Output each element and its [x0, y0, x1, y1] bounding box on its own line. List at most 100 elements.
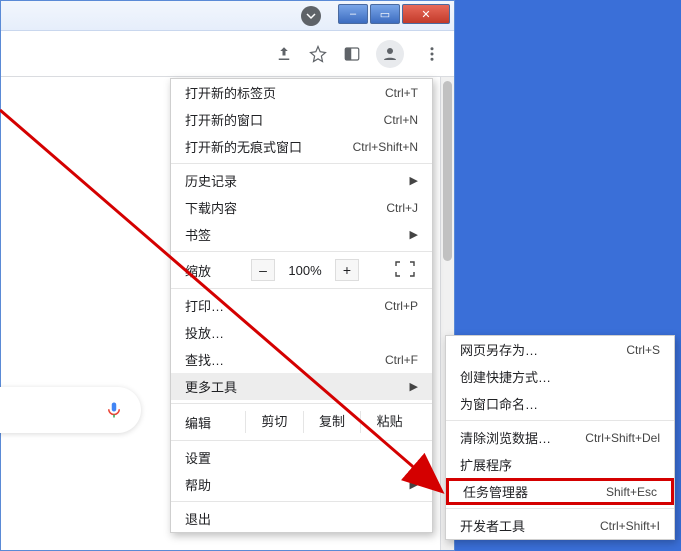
menu-new-window[interactable]: 打开新的窗口 Ctrl+N [171, 106, 432, 133]
menu-separator [171, 163, 432, 164]
menu-help[interactable]: 帮助 ▶ [171, 471, 432, 498]
submenu-clear-browsing-data[interactable]: 清除浏览数据… Ctrl+Shift+Del [446, 424, 674, 451]
menu-label: 网页另存为… [460, 340, 538, 359]
bookmark-star-button[interactable] [308, 44, 328, 64]
menu-edit-row: 编辑 剪切 复制 粘贴 [171, 407, 432, 437]
menu-label: 更多工具 [185, 377, 237, 396]
menu-separator [446, 420, 674, 421]
submenu-name-window[interactable]: 为窗口命名… [446, 390, 674, 417]
more-tools-submenu: 网页另存为… Ctrl+S 创建快捷方式… 为窗口命名… 清除浏览数据… Ctrl+… [445, 335, 675, 540]
menu-label: 任务管理器 [463, 482, 528, 501]
menu-shortcut: Shift+Esc [606, 485, 657, 499]
menu-shortcut: Ctrl+N [384, 113, 418, 127]
menu-zoom-row: 缩放 – 100% + [171, 255, 432, 285]
menu-incognito[interactable]: 打开新的无痕式窗口 Ctrl+Shift+N [171, 133, 432, 160]
menu-more-tools[interactable]: 更多工具 ▶ [171, 373, 432, 400]
menu-label: 打开新的无痕式窗口 [185, 137, 302, 156]
menu-shortcut: Ctrl+Shift+N [353, 140, 418, 154]
menu-downloads[interactable]: 下载内容 Ctrl+J [171, 194, 432, 221]
menu-label: 书签 [185, 225, 211, 244]
menu-label: 为窗口命名… [460, 394, 538, 413]
more-vertical-icon [423, 45, 441, 63]
customize-menu-button[interactable] [418, 40, 446, 68]
submenu-extensions[interactable]: 扩展程序 [446, 451, 674, 478]
submenu-arrow-icon: ▶ [410, 478, 418, 491]
cut-button[interactable]: 剪切 [245, 411, 303, 433]
menu-cast[interactable]: 投放… [171, 319, 432, 346]
browser-toolbar [1, 31, 454, 77]
menu-separator [171, 501, 432, 502]
zoom-label: 缩放 [185, 261, 245, 280]
chevron-down-icon [306, 11, 316, 21]
menu-shortcut: Ctrl+F [385, 353, 418, 367]
menu-label: 创建快捷方式… [460, 367, 551, 386]
minimize-button[interactable]: – [338, 4, 368, 24]
menu-find[interactable]: 查找… Ctrl+F [171, 346, 432, 373]
side-panel-button[interactable] [342, 44, 362, 64]
maximize-button[interactable]: ▭ [370, 4, 400, 24]
minimize-icon: – [350, 8, 356, 20]
menu-label: 打印… [185, 296, 224, 315]
share-icon [275, 45, 293, 63]
menu-label: 下载内容 [185, 198, 237, 217]
menu-label: 打开新的窗口 [185, 110, 263, 129]
window-controls: – ▭ ✕ [338, 4, 450, 24]
paste-button[interactable]: 粘贴 [360, 411, 418, 433]
menu-label: 退出 [185, 509, 211, 528]
close-icon: ✕ [421, 8, 430, 21]
search-bar-fragment[interactable] [0, 387, 141, 433]
submenu-task-manager[interactable]: 任务管理器 Shift+Esc [446, 478, 674, 505]
menu-shortcut: Ctrl+Shift+Del [585, 431, 660, 445]
submenu-arrow-icon: ▶ [410, 228, 418, 241]
menu-separator [171, 251, 432, 252]
menu-separator [446, 508, 674, 509]
menu-label: 投放… [185, 323, 224, 342]
menu-label: 设置 [185, 448, 211, 467]
mic-icon [105, 399, 123, 421]
copy-button[interactable]: 复制 [303, 411, 361, 433]
menu-shortcut: Ctrl+S [626, 343, 660, 357]
zoom-in-button[interactable]: + [335, 259, 359, 281]
menu-label: 扩展程序 [460, 455, 512, 474]
chrome-main-menu: 打开新的标签页 Ctrl+T 打开新的窗口 Ctrl+N 打开新的无痕式窗口 Ctrl… [170, 78, 433, 533]
submenu-create-shortcut[interactable]: 创建快捷方式… [446, 363, 674, 390]
menu-shortcut: Ctrl+Shift+I [600, 519, 660, 533]
edit-label: 编辑 [185, 413, 245, 432]
menu-label: 历史记录 [185, 171, 237, 190]
submenu-save-page-as[interactable]: 网页另存为… Ctrl+S [446, 336, 674, 363]
menu-separator [171, 288, 432, 289]
menu-print[interactable]: 打印… Ctrl+P [171, 292, 432, 319]
share-button[interactable] [274, 44, 294, 64]
close-button[interactable]: ✕ [402, 4, 450, 24]
menu-label: 查找… [185, 350, 224, 369]
menu-label: 开发者工具 [460, 516, 525, 535]
zoom-out-button[interactable]: – [251, 259, 275, 281]
fullscreen-button[interactable] [394, 260, 418, 280]
window-titlebar: – ▭ ✕ [1, 1, 454, 31]
menu-shortcut: Ctrl+P [384, 299, 418, 313]
menu-label: 帮助 [185, 475, 211, 494]
maximize-icon: ▭ [380, 8, 390, 21]
menu-shortcut: Ctrl+J [386, 201, 418, 215]
menu-exit[interactable]: 退出 [171, 505, 432, 532]
menu-shortcut: Ctrl+T [385, 86, 418, 100]
person-icon [381, 45, 399, 63]
menu-bookmarks[interactable]: 书签 ▶ [171, 221, 432, 248]
menu-settings[interactable]: 设置 [171, 444, 432, 471]
submenu-arrow-icon: ▶ [410, 174, 418, 187]
profile-button[interactable] [376, 40, 404, 68]
submenu-arrow-icon: ▶ [410, 380, 418, 393]
menu-history[interactable]: 历史记录 ▶ [171, 167, 432, 194]
zoom-value: 100% [281, 263, 329, 278]
menu-separator [171, 440, 432, 441]
menu-separator [171, 403, 432, 404]
fullscreen-icon [394, 260, 416, 278]
scrollbar-thumb[interactable] [443, 81, 452, 261]
star-icon [309, 45, 327, 63]
menu-new-tab[interactable]: 打开新的标签页 Ctrl+T [171, 79, 432, 106]
side-panel-icon [343, 45, 361, 63]
menu-label: 打开新的标签页 [185, 83, 276, 102]
submenu-developer-tools[interactable]: 开发者工具 Ctrl+Shift+I [446, 512, 674, 539]
tab-dropdown-button[interactable] [301, 6, 321, 26]
menu-label: 清除浏览数据… [460, 428, 551, 447]
